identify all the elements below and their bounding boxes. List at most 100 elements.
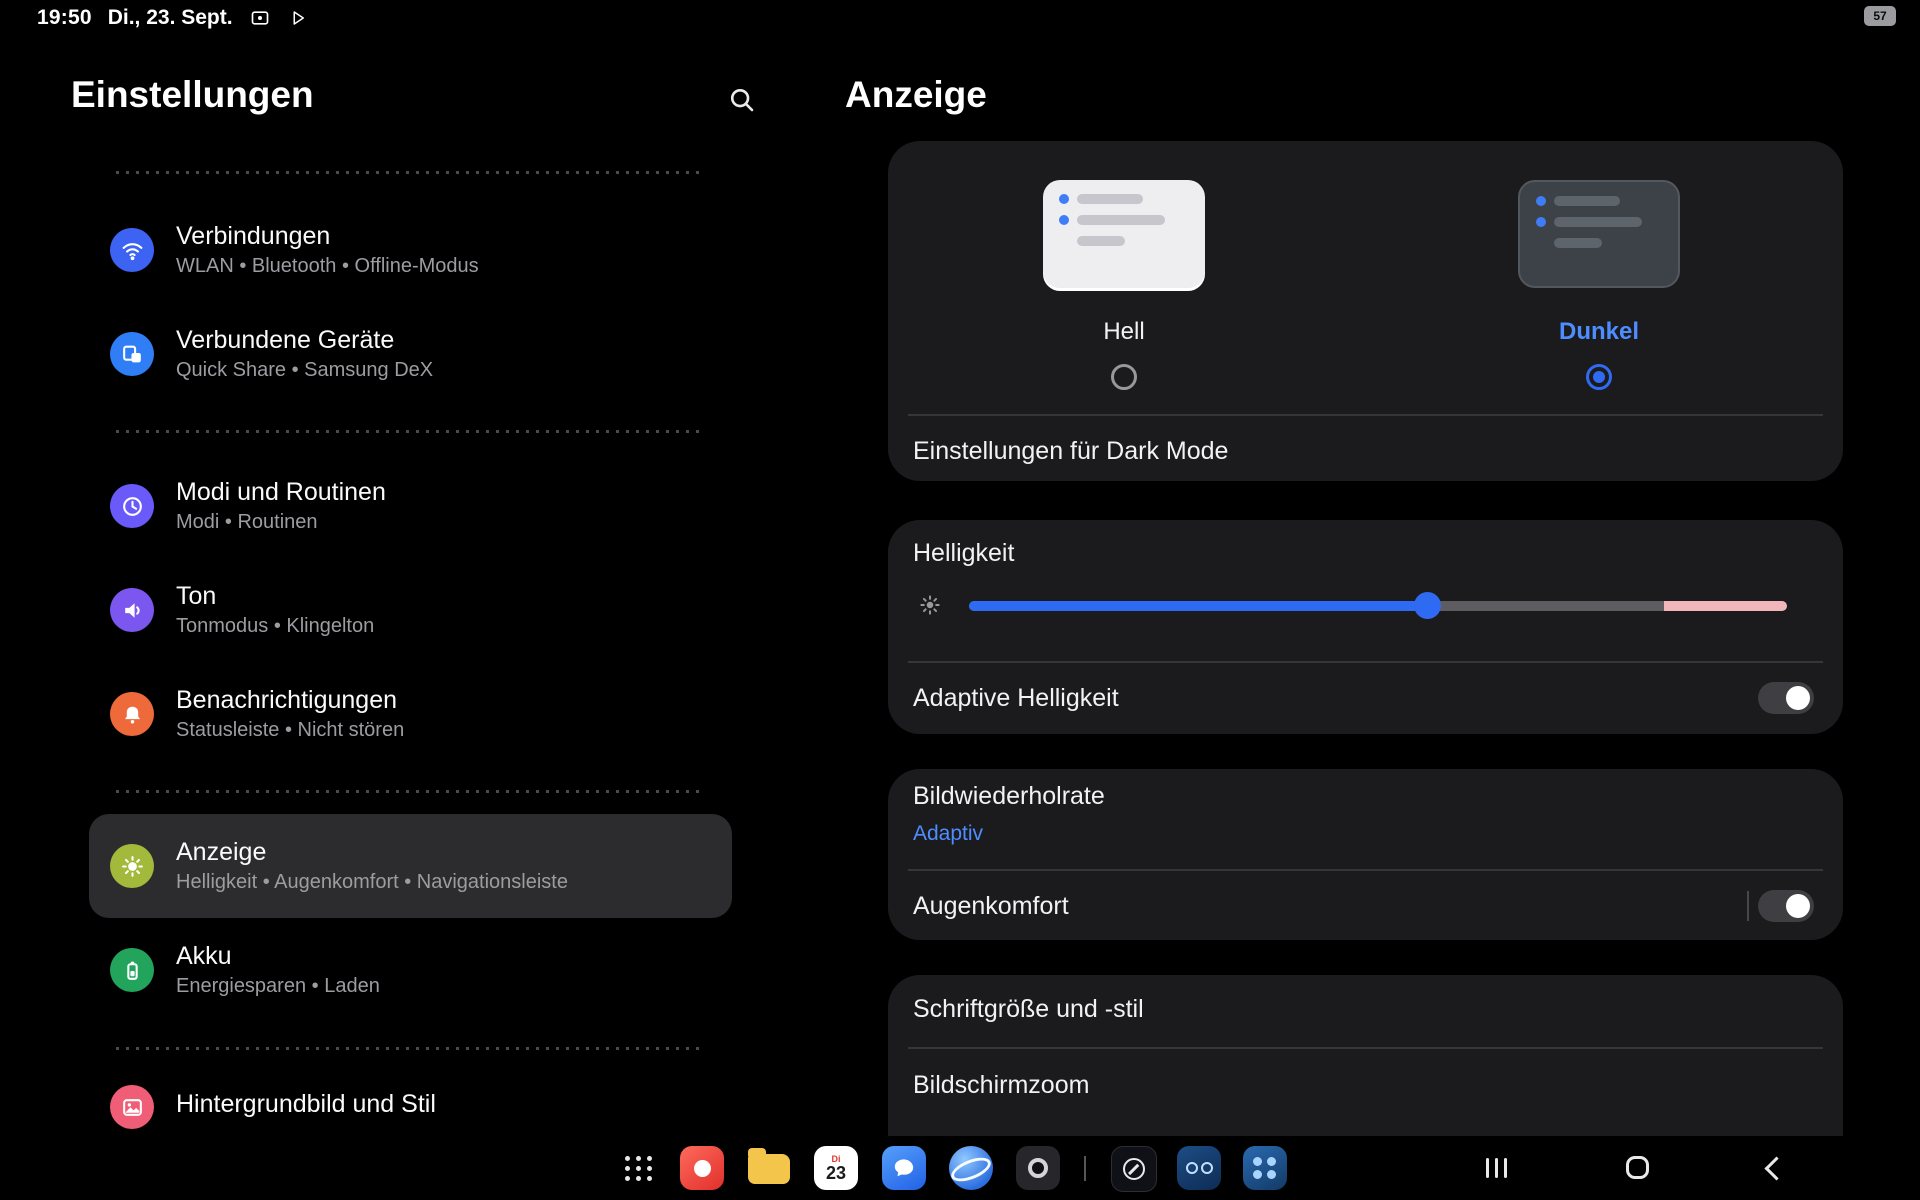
- sound-icon: [110, 588, 154, 632]
- preview-bar: [1554, 217, 1642, 227]
- preview-row: [1536, 217, 1678, 227]
- screen-zoom-row[interactable]: Bildschirmzoom: [913, 1060, 1089, 1110]
- preview-bar: [1554, 238, 1602, 248]
- item-label: Ton: [176, 583, 374, 611]
- sidebar-item-verbundene-geraete[interactable]: Verbundene Geräte Quick Share • Samsung D…: [110, 321, 710, 387]
- item-subtitle: Helligkeit • Augenkomfort • Navigationsl…: [176, 871, 568, 893]
- light-mode-preview[interactable]: [1043, 180, 1205, 288]
- dock-my-files[interactable]: [748, 1154, 790, 1184]
- item-label: Verbindungen: [176, 223, 479, 251]
- brightness-card: Helligkeit Adaptive Helligkeit: [888, 520, 1843, 734]
- search-button[interactable]: [724, 82, 760, 118]
- item-subtitle: Energiesparen • Laden: [176, 975, 380, 997]
- refresh-card: Bildwiederholrate Adaptiv Augenkomfort: [888, 769, 1843, 940]
- modes-icon: [110, 484, 154, 528]
- dock-app-blue[interactable]: [1243, 1146, 1287, 1190]
- app-drawer-button[interactable]: [625, 1156, 653, 1181]
- dock-app-red[interactable]: [680, 1146, 724, 1190]
- item-label: Verbundene Geräte: [176, 327, 433, 355]
- adaptive-brightness-label: Adaptive Helligkeit: [913, 673, 1119, 723]
- dock-app-dark[interactable]: [1111, 1146, 1157, 1192]
- devices-icon: [110, 332, 154, 376]
- item-label: Akku: [176, 943, 380, 971]
- preview-dot: [1059, 215, 1069, 225]
- eye-comfort-toggle[interactable]: [1758, 890, 1814, 922]
- screen-capture-icon: [249, 7, 271, 29]
- font-size-row[interactable]: Schriftgröße und -stil: [913, 984, 1144, 1034]
- wallpaper-icon: [110, 1085, 154, 1129]
- item-subtitle: Modi • Routinen: [176, 511, 386, 533]
- card-separator: [908, 869, 1823, 871]
- dock-messages[interactable]: [882, 1146, 926, 1190]
- status-left: 19:50 Di., 23. Sept.: [37, 4, 309, 32]
- dark-mode-settings-row[interactable]: Einstellungen für Dark Mode: [913, 426, 1228, 476]
- back-button[interactable]: [1764, 1156, 1788, 1180]
- mode-card: Hell Dunkel Einstellungen für Dark Mode: [888, 141, 1843, 481]
- preview-bar: [1077, 194, 1143, 204]
- circle-slash-icon: [1123, 1158, 1145, 1180]
- preview-row: [1059, 215, 1205, 225]
- brightness-thumb[interactable]: [1414, 592, 1441, 619]
- dark-mode-preview[interactable]: [1518, 180, 1680, 288]
- brightness-sun-icon: [914, 589, 946, 621]
- settings-screen: 19:50 Di., 23. Sept. 57 Einstellungen Ve…: [0, 0, 1920, 1200]
- settings-title: Einstellungen: [71, 74, 314, 116]
- sidebar-item-akku[interactable]: Akku Energiesparen • Laden: [110, 937, 710, 1003]
- card-separator: [908, 661, 1823, 663]
- play-store-icon: [287, 7, 309, 29]
- brightness-fill: [969, 601, 1427, 611]
- sidebar-item-hintergrundbild[interactable]: Hintergrundbild und Stil: [110, 1074, 710, 1140]
- dark-mode-label: Dunkel: [1499, 318, 1699, 346]
- dock-divider: [1084, 1156, 1086, 1181]
- item-subtitle: Quick Share • Samsung DeX: [176, 359, 433, 381]
- bell-icon: [110, 692, 154, 736]
- calendar-weekday: Di: [832, 1154, 841, 1164]
- preview-dot: [1059, 194, 1069, 204]
- sidebar-item-verbindungen[interactable]: Verbindungen WLAN • Bluetooth • Offline-M…: [110, 217, 710, 283]
- app-red-icon: [694, 1160, 711, 1177]
- preview-bar: [1077, 215, 1165, 225]
- glasses-icon: [1186, 1162, 1198, 1174]
- preview-row: [1059, 236, 1205, 246]
- dock-app-glasses[interactable]: [1177, 1146, 1221, 1190]
- dock-internet[interactable]: [949, 1146, 993, 1190]
- item-subtitle: WLAN • Bluetooth • Offline-Modus: [176, 255, 479, 277]
- preview-row: [1536, 238, 1678, 248]
- refresh-rate-row[interactable]: Bildwiederholrate: [913, 776, 1105, 816]
- search-icon: [727, 85, 757, 115]
- divider-dotted: [116, 790, 706, 793]
- taskbar: Di 23: [0, 1136, 1920, 1200]
- clock: 19:50: [37, 6, 92, 30]
- sidebar-item-anzeige[interactable]: Anzeige Helligkeit • Augenkomfort • Navig…: [110, 833, 710, 899]
- status-bar: 19:50 Di., 23. Sept. 57: [0, 0, 1920, 36]
- light-mode-radio[interactable]: [1111, 364, 1137, 390]
- sidebar-item-modi-und-routinen[interactable]: Modi und RoutinenModi • Routinen: [110, 473, 710, 539]
- dark-mode-radio[interactable]: [1586, 364, 1612, 390]
- brightness-slider[interactable]: [969, 601, 1787, 611]
- recents-button[interactable]: [1486, 1158, 1507, 1178]
- card-separator: [908, 1047, 1823, 1049]
- dock-calendar[interactable]: Di 23: [814, 1146, 858, 1190]
- card-separator: [908, 414, 1823, 416]
- dock-camera[interactable]: [1016, 1146, 1060, 1190]
- wifi-icon: [110, 228, 154, 272]
- display-icon: [110, 844, 154, 888]
- item-label: Benachrichtigungen: [176, 687, 404, 715]
- eye-comfort-label[interactable]: Augenkomfort: [913, 881, 1069, 931]
- page-title: Anzeige: [845, 74, 987, 116]
- preview-bar: [1554, 196, 1620, 206]
- sidebar-item-benachrichtigungen[interactable]: BenachrichtigungenStatusleiste • Nicht s…: [110, 681, 710, 747]
- adaptive-brightness-toggle[interactable]: [1758, 682, 1814, 714]
- sidebar-item-ton[interactable]: TonTonmodus • Klingelton: [110, 577, 710, 643]
- home-button[interactable]: [1626, 1156, 1649, 1179]
- battery-percent: 57: [1873, 9, 1886, 23]
- divider-dotted: [116, 171, 706, 174]
- brightness-title: Helligkeit: [913, 528, 1014, 578]
- preview-row: [1059, 194, 1205, 204]
- calendar-day: 23: [826, 1164, 846, 1183]
- preview-dot: [1536, 217, 1546, 227]
- row-divider: [1747, 891, 1749, 921]
- divider-dotted: [116, 430, 706, 433]
- battery-icon: [110, 948, 154, 992]
- item-label: Anzeige: [176, 839, 568, 867]
